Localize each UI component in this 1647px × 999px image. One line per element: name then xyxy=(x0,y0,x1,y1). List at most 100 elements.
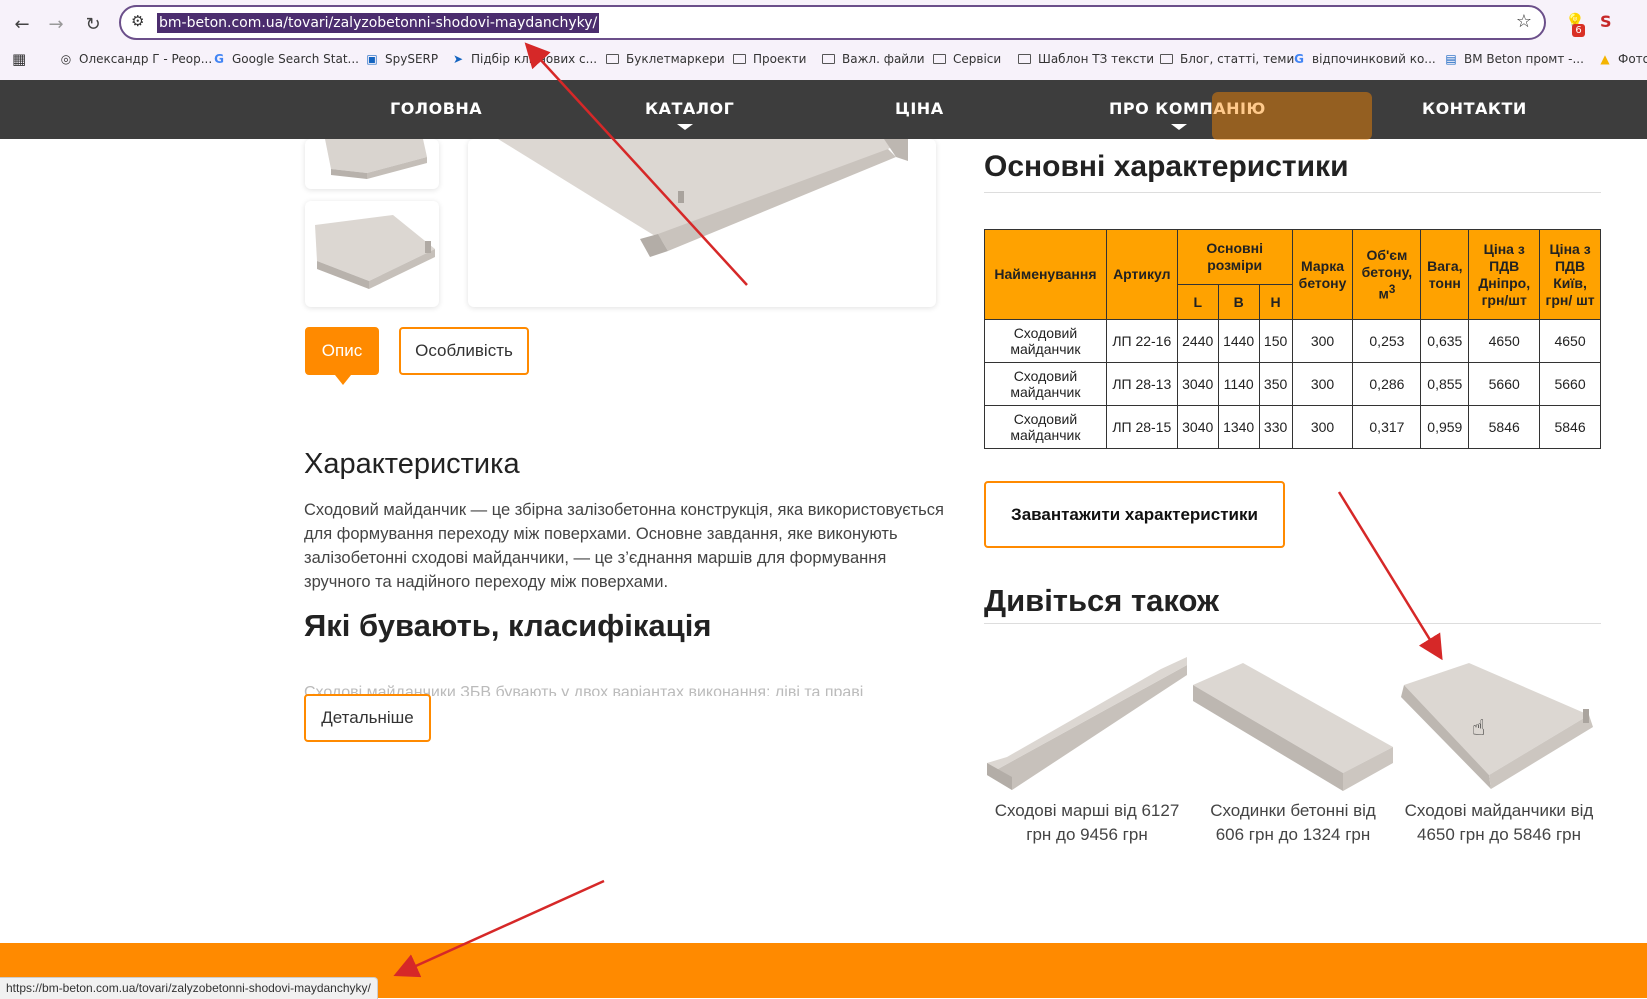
cell-volume: 0,317 xyxy=(1352,405,1422,449)
keyword-tool-icon: ➤ xyxy=(452,52,464,66)
bookmark-item[interactable]: G Google Search Stat... xyxy=(211,50,359,68)
bookmark-folder[interactable]: Шаблон ТЗ тексти xyxy=(1018,50,1154,68)
folder-icon xyxy=(733,54,746,64)
google-icon: G xyxy=(214,52,224,66)
col-header-grade: Марка бетону xyxy=(1291,229,1354,320)
card-caption: Сходинки бетонні від 606 грн до 1324 грн xyxy=(1210,801,1376,844)
card-caption: Сходові марші від 6127 грн до 9456 грн xyxy=(994,801,1180,844)
bookmark-folder[interactable]: Проекти xyxy=(733,50,806,68)
bookmark-folder[interactable]: Важл. файли xyxy=(822,50,925,68)
spyserp-icon: ▣ xyxy=(366,52,378,66)
folder-icon xyxy=(822,54,835,64)
characteristics-heading: Характеристика xyxy=(304,448,520,480)
col-header-name: Найменування xyxy=(984,229,1107,320)
address-url[interactable]: bm-beton.com.ua/tovari/zalyzobetonni-sho… xyxy=(157,13,600,33)
nav-home[interactable]: ГОЛОВНА xyxy=(390,99,482,118)
folder-icon xyxy=(606,54,619,64)
concrete-step-image xyxy=(1193,663,1393,791)
bookmark-folder[interactable]: Блог, статті, теми xyxy=(1160,50,1294,68)
cell-volume: 0,286 xyxy=(1352,362,1422,406)
bookmarks-bar: ▦ ◎ Олександр Г - Peop... G Google Search … xyxy=(0,46,1647,72)
cell-price-dnipro: 4650 xyxy=(1468,319,1541,363)
stair-landing-image xyxy=(1401,663,1593,789)
cell-volume: 0,253 xyxy=(1352,319,1422,363)
site-info-icon[interactable]: ⚙ xyxy=(131,12,144,30)
heading-divider xyxy=(984,192,1601,193)
download-specs-button[interactable]: Завантажити характеристики xyxy=(984,481,1285,548)
product-description: Сходовий майданчик — це збірна залізобет… xyxy=(304,501,944,591)
cell-article: ЛП 28-15 xyxy=(1105,405,1178,449)
see-also-card-landings[interactable]: Сходові майданчики від 4650 грн до 5846 … xyxy=(1399,655,1599,847)
folder-icon xyxy=(1160,54,1173,64)
tab-features[interactable]: Особливість xyxy=(399,327,529,375)
col-header-volume: Об'єм бетону, м3 xyxy=(1352,229,1422,320)
col-header-price-dnipro: Ціна з ПДВ Дніпро, грн/шт xyxy=(1468,229,1541,320)
see-also-card-steps[interactable]: Сходинки бетонні від 606 грн до 1324 грн xyxy=(1193,655,1393,847)
nav-contacts[interactable]: КОНТАКТИ xyxy=(1422,99,1527,118)
bookmark-item[interactable]: ➤ Підбір ключових с... xyxy=(450,50,597,68)
bookmark-item[interactable]: ▤ BM Beton промт -... xyxy=(1443,50,1584,68)
col-header-dims: Основні розміри xyxy=(1176,229,1293,285)
more-details-button[interactable]: Детальніше xyxy=(304,694,431,742)
bookmark-star-icon[interactable]: ☆ xyxy=(1516,11,1532,32)
cell-h: 330 xyxy=(1258,405,1293,449)
col-header-price-kyiv: Ціна з ПДВ Київ, грн/ шт xyxy=(1539,229,1601,320)
cell-grade: 300 xyxy=(1291,362,1354,406)
folder-icon xyxy=(933,54,946,64)
cell-article: ЛП 28-13 xyxy=(1105,362,1178,406)
col-header-l: L xyxy=(1176,284,1219,320)
bookmark-folder[interactable]: Сервіси xyxy=(933,50,1001,68)
apps-grid-icon[interactable]: ▦ xyxy=(12,50,26,68)
bookmark-item[interactable]: Gвідпочинковий ко... xyxy=(1291,50,1436,68)
cell-weight: 0,959 xyxy=(1420,405,1470,449)
extension-badge: 6 xyxy=(1572,24,1585,37)
product-main-image[interactable] xyxy=(468,139,936,307)
nav-catalog[interactable]: КАТАЛОГ xyxy=(645,99,734,118)
cell-l: 3040 xyxy=(1176,405,1219,449)
nav-price[interactable]: ЦІНА xyxy=(895,99,944,118)
site-navigation: ГОЛОВНА КАТАЛОГ ЦІНА ПРО КОМПАНІЮ КОНТАК… xyxy=(0,80,1647,139)
col-header-h: H xyxy=(1258,284,1293,320)
cell-h: 150 xyxy=(1258,319,1293,363)
reload-icon[interactable]: ↻ xyxy=(79,10,107,38)
bookmark-item[interactable]: ▣ SpySERP xyxy=(364,50,438,68)
chevron-down-icon xyxy=(677,124,693,130)
doc-icon: ▤ xyxy=(1445,52,1457,66)
see-also-divider xyxy=(984,623,1601,624)
cell-h: 350 xyxy=(1258,362,1293,406)
chevron-down-icon xyxy=(1171,124,1187,130)
slab-thumbnail-image xyxy=(325,139,427,179)
product-thumbnail[interactable] xyxy=(305,139,439,189)
s-extension-icon[interactable]: S xyxy=(1600,12,1612,31)
bookmark-item[interactable]: ◎ Олександр Г - Peop... xyxy=(58,50,212,68)
table-row: Сходовий майданчик ЛП 22-16 2440 1440 15… xyxy=(984,319,1601,363)
contact-icon: ◎ xyxy=(60,52,72,66)
classification-heading: Які бувають, класифікація xyxy=(304,608,712,643)
slab-thumbnail-image xyxy=(315,215,435,289)
cell-name: Сходовий майданчик xyxy=(984,362,1107,406)
header-cta-shadow xyxy=(1212,92,1372,140)
table-row: Сходовий майданчик ЛП 28-13 3040 1140 35… xyxy=(984,362,1601,406)
browser-toolbar: ← → ↻ ⚙ bm-beton.com.ua/tovari/zalyzobet… xyxy=(0,0,1647,80)
product-thumbnail[interactable] xyxy=(305,201,439,307)
cell-price-kyiv: 4650 xyxy=(1539,319,1601,363)
cell-grade: 300 xyxy=(1291,319,1354,363)
see-also-card-stairs[interactable]: Сходові марші від 6127 грн до 9456 грн xyxy=(987,655,1187,847)
cell-b: 1340 xyxy=(1217,405,1260,449)
card-caption: Сходові майданчики від 4650 грн до 5846 … xyxy=(1404,801,1594,844)
drive-icon: ▲ xyxy=(1600,52,1610,66)
cell-grade: 300 xyxy=(1291,405,1354,449)
cell-price-dnipro: 5660 xyxy=(1468,362,1541,406)
col-header-weight: Вага, тонн xyxy=(1420,229,1470,320)
see-also-heading: Дивіться також xyxy=(984,583,1220,618)
tab-description[interactable]: Опис xyxy=(305,327,379,385)
bookmark-folder[interactable]: Буклетмаркери xyxy=(606,50,725,68)
bookmark-item[interactable]: ▲ Фото xyxy=(1597,50,1647,68)
address-bar[interactable]: ⚙ bm-beton.com.ua/tovari/zalyzobetonni-s… xyxy=(119,5,1546,40)
forward-arrow-icon[interactable]: → xyxy=(42,10,70,38)
back-arrow-icon[interactable]: ← xyxy=(8,10,36,38)
slab-main-image xyxy=(498,139,908,257)
google-icon: G xyxy=(1294,52,1304,66)
table-row: Сходовий майданчик ЛП 28-15 3040 1340 33… xyxy=(984,405,1601,449)
cell-weight: 0,635 xyxy=(1420,319,1470,363)
